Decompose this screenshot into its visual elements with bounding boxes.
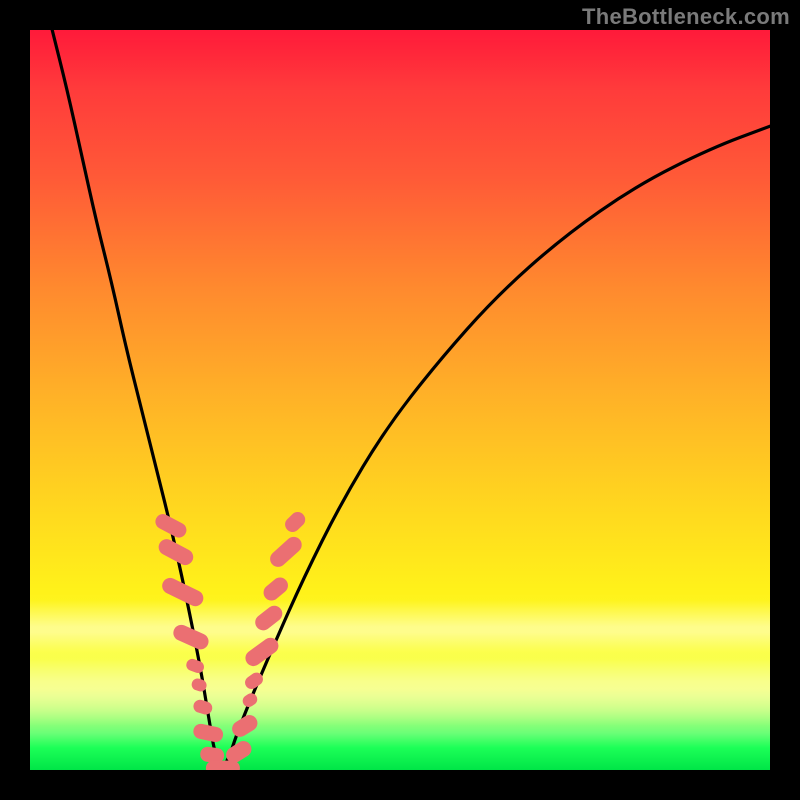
chart-frame: TheBottleneck.com [0, 0, 800, 800]
bottleneck-curve [52, 30, 770, 766]
curve-svg [30, 30, 770, 770]
plot-area [30, 30, 770, 770]
watermark-text: TheBottleneck.com [582, 4, 790, 30]
